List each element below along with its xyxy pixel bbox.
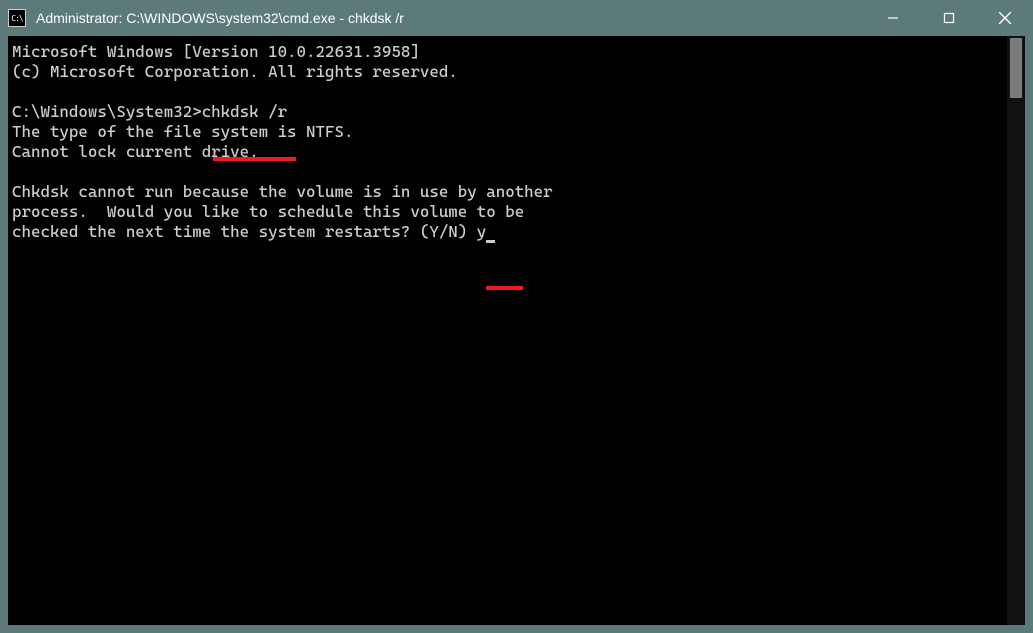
cmd-icon: C:\ <box>8 9 26 27</box>
scrollbar-thumb[interactable] <box>1010 38 1022 98</box>
annotation-underline-command <box>213 157 296 161</box>
in-use-line-1: Chkdsk cannot run because the volume is … <box>12 182 553 201</box>
console-output[interactable]: Microsoft Windows [Version 10.0.22631.39… <box>8 36 1007 625</box>
fs-type-line: The type of the file system is NTFS. <box>12 122 353 141</box>
version-line: Microsoft Windows [Version 10.0.22631.39… <box>12 42 420 61</box>
window-title: Administrator: C:\WINDOWS\system32\cmd.e… <box>36 10 865 26</box>
console-area: Microsoft Windows [Version 10.0.22631.39… <box>8 36 1025 625</box>
close-button[interactable] <box>977 0 1033 36</box>
user-input: y <box>477 222 487 241</box>
scrollbar-track[interactable] <box>1007 36 1025 625</box>
confirm-prompt: checked the next time the system restart… <box>12 222 477 241</box>
annotation-underline-input <box>486 286 523 290</box>
titlebar[interactable]: C:\ Administrator: C:\WINDOWS\system32\c… <box>0 0 1033 36</box>
prompt-command-line: C:\Windows\System32>chkdsk /r <box>12 102 287 121</box>
maximize-button[interactable] <box>921 0 977 36</box>
text-cursor <box>486 240 495 243</box>
minimize-button[interactable] <box>865 0 921 36</box>
in-use-line-2: process. Would you like to schedule this… <box>12 202 524 221</box>
window-controls <box>865 0 1033 36</box>
cmd-icon-label: C:\ <box>11 14 22 23</box>
copyright-line: (c) Microsoft Corporation. All rights re… <box>12 62 458 81</box>
